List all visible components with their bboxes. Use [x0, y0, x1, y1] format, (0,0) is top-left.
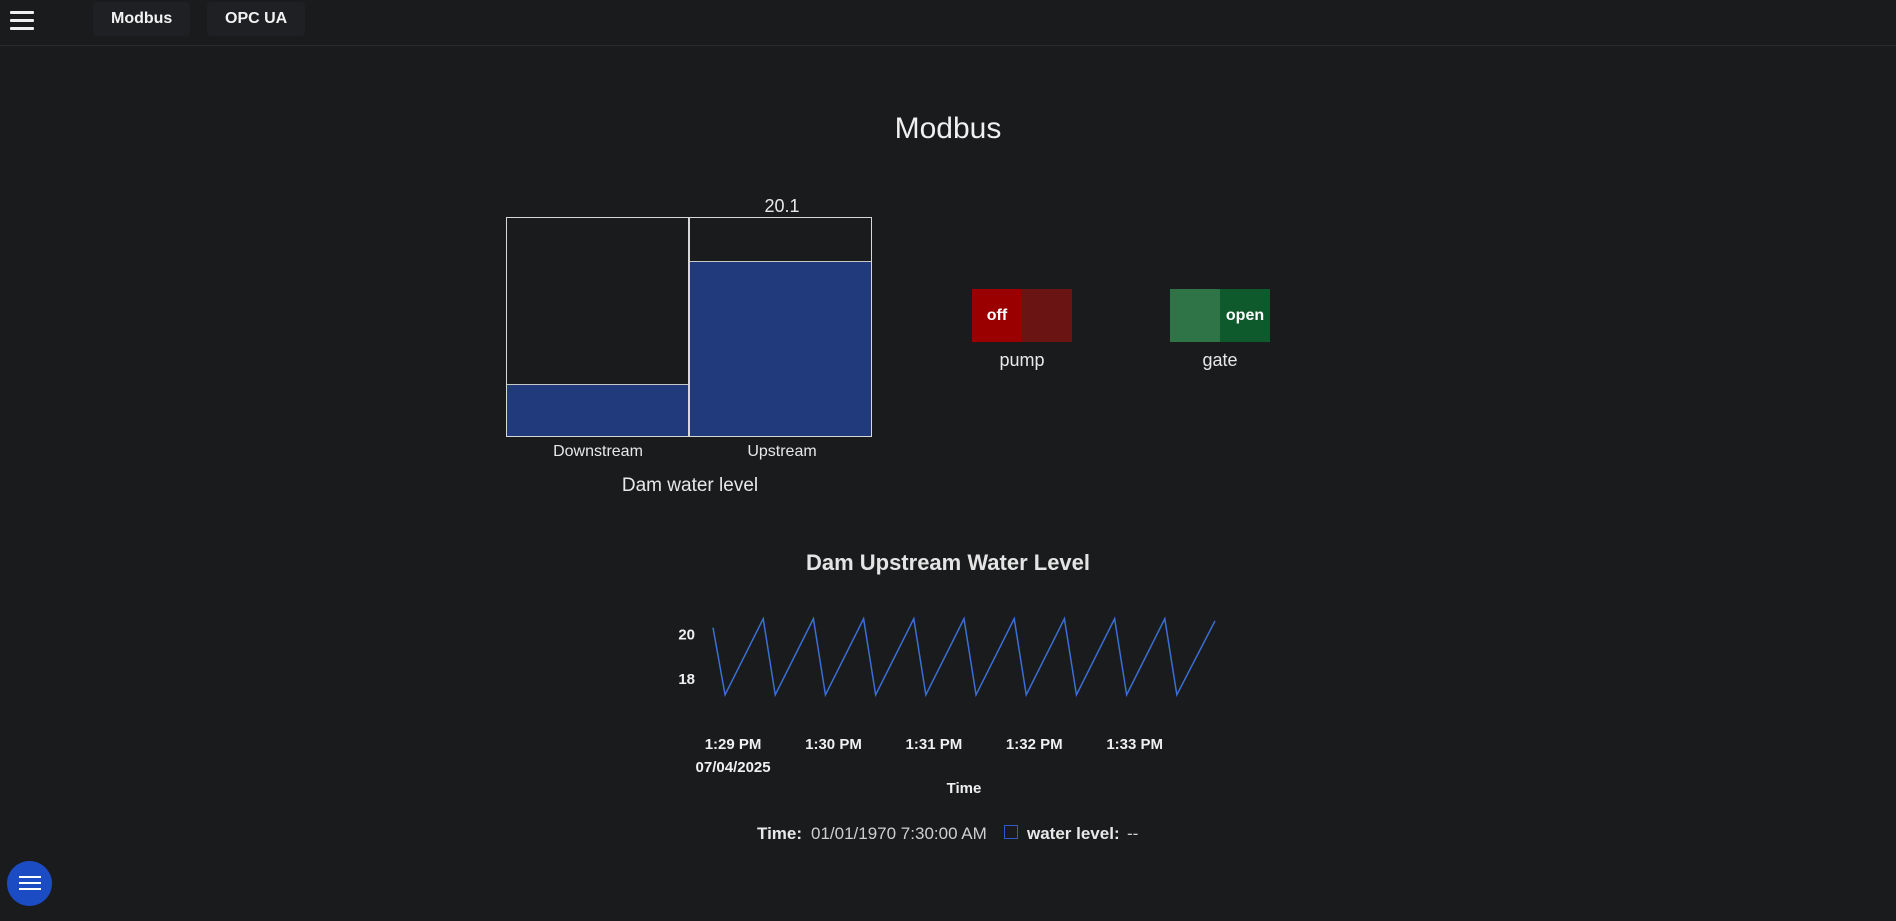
pump-switch-knob [1022, 289, 1072, 342]
y-tick-label: 20 [678, 626, 695, 643]
pump-state-text: off [972, 289, 1022, 342]
floating-menu-button[interactable] [7, 861, 52, 906]
upstream-value: 20.1 [764, 196, 800, 216]
tank-gauge-caption: Dam water level [621, 475, 759, 496]
gate-switch[interactable]: open [1170, 289, 1270, 342]
x-tick-label: 1:31 PM [906, 736, 963, 753]
legend-series-label: water level: [1027, 824, 1120, 843]
gate-state-text: open [1220, 289, 1270, 342]
x-tick-label: 1:33 PM [1106, 736, 1163, 753]
page-title: Modbus [894, 112, 1002, 145]
legend-time-label: Time: [757, 824, 803, 843]
downstream-tank [506, 217, 689, 437]
menu-icon[interactable] [10, 11, 34, 31]
legend-series-swatch [1004, 825, 1018, 839]
top-bar: Modbus OPC UA [0, 0, 1896, 46]
upstream-level-fill [690, 260, 871, 436]
pump-switch[interactable]: off [972, 289, 1072, 342]
x-axis-label: Time [947, 780, 982, 797]
upstream-label: Upstream [747, 443, 817, 460]
chart-title: Dam Upstream Water Level [805, 550, 1091, 575]
upstream-tank [689, 217, 872, 437]
pump-label: pump [999, 350, 1045, 370]
y-tick-label: 18 [678, 671, 695, 688]
x-tick-date: 07/04/2025 [696, 759, 771, 776]
gate-label: gate [1202, 350, 1238, 370]
tab-opc-ua[interactable]: OPC UA [207, 2, 306, 36]
series-line-water-level [712, 616, 1216, 698]
x-tick-label: 1:30 PM [805, 736, 862, 753]
downstream-label: Downstream [553, 443, 643, 460]
x-tick-label: 1:32 PM [1006, 736, 1063, 753]
legend-series-value: -- [1127, 824, 1139, 843]
x-tick-label: 1:29 PM [705, 736, 762, 753]
downstream-level-fill [507, 383, 688, 436]
tab-modbus[interactable]: Modbus [93, 2, 191, 36]
gate-switch-knob [1170, 289, 1220, 342]
legend-time-value: 01/01/1970 7:30:00 AM [811, 824, 987, 843]
